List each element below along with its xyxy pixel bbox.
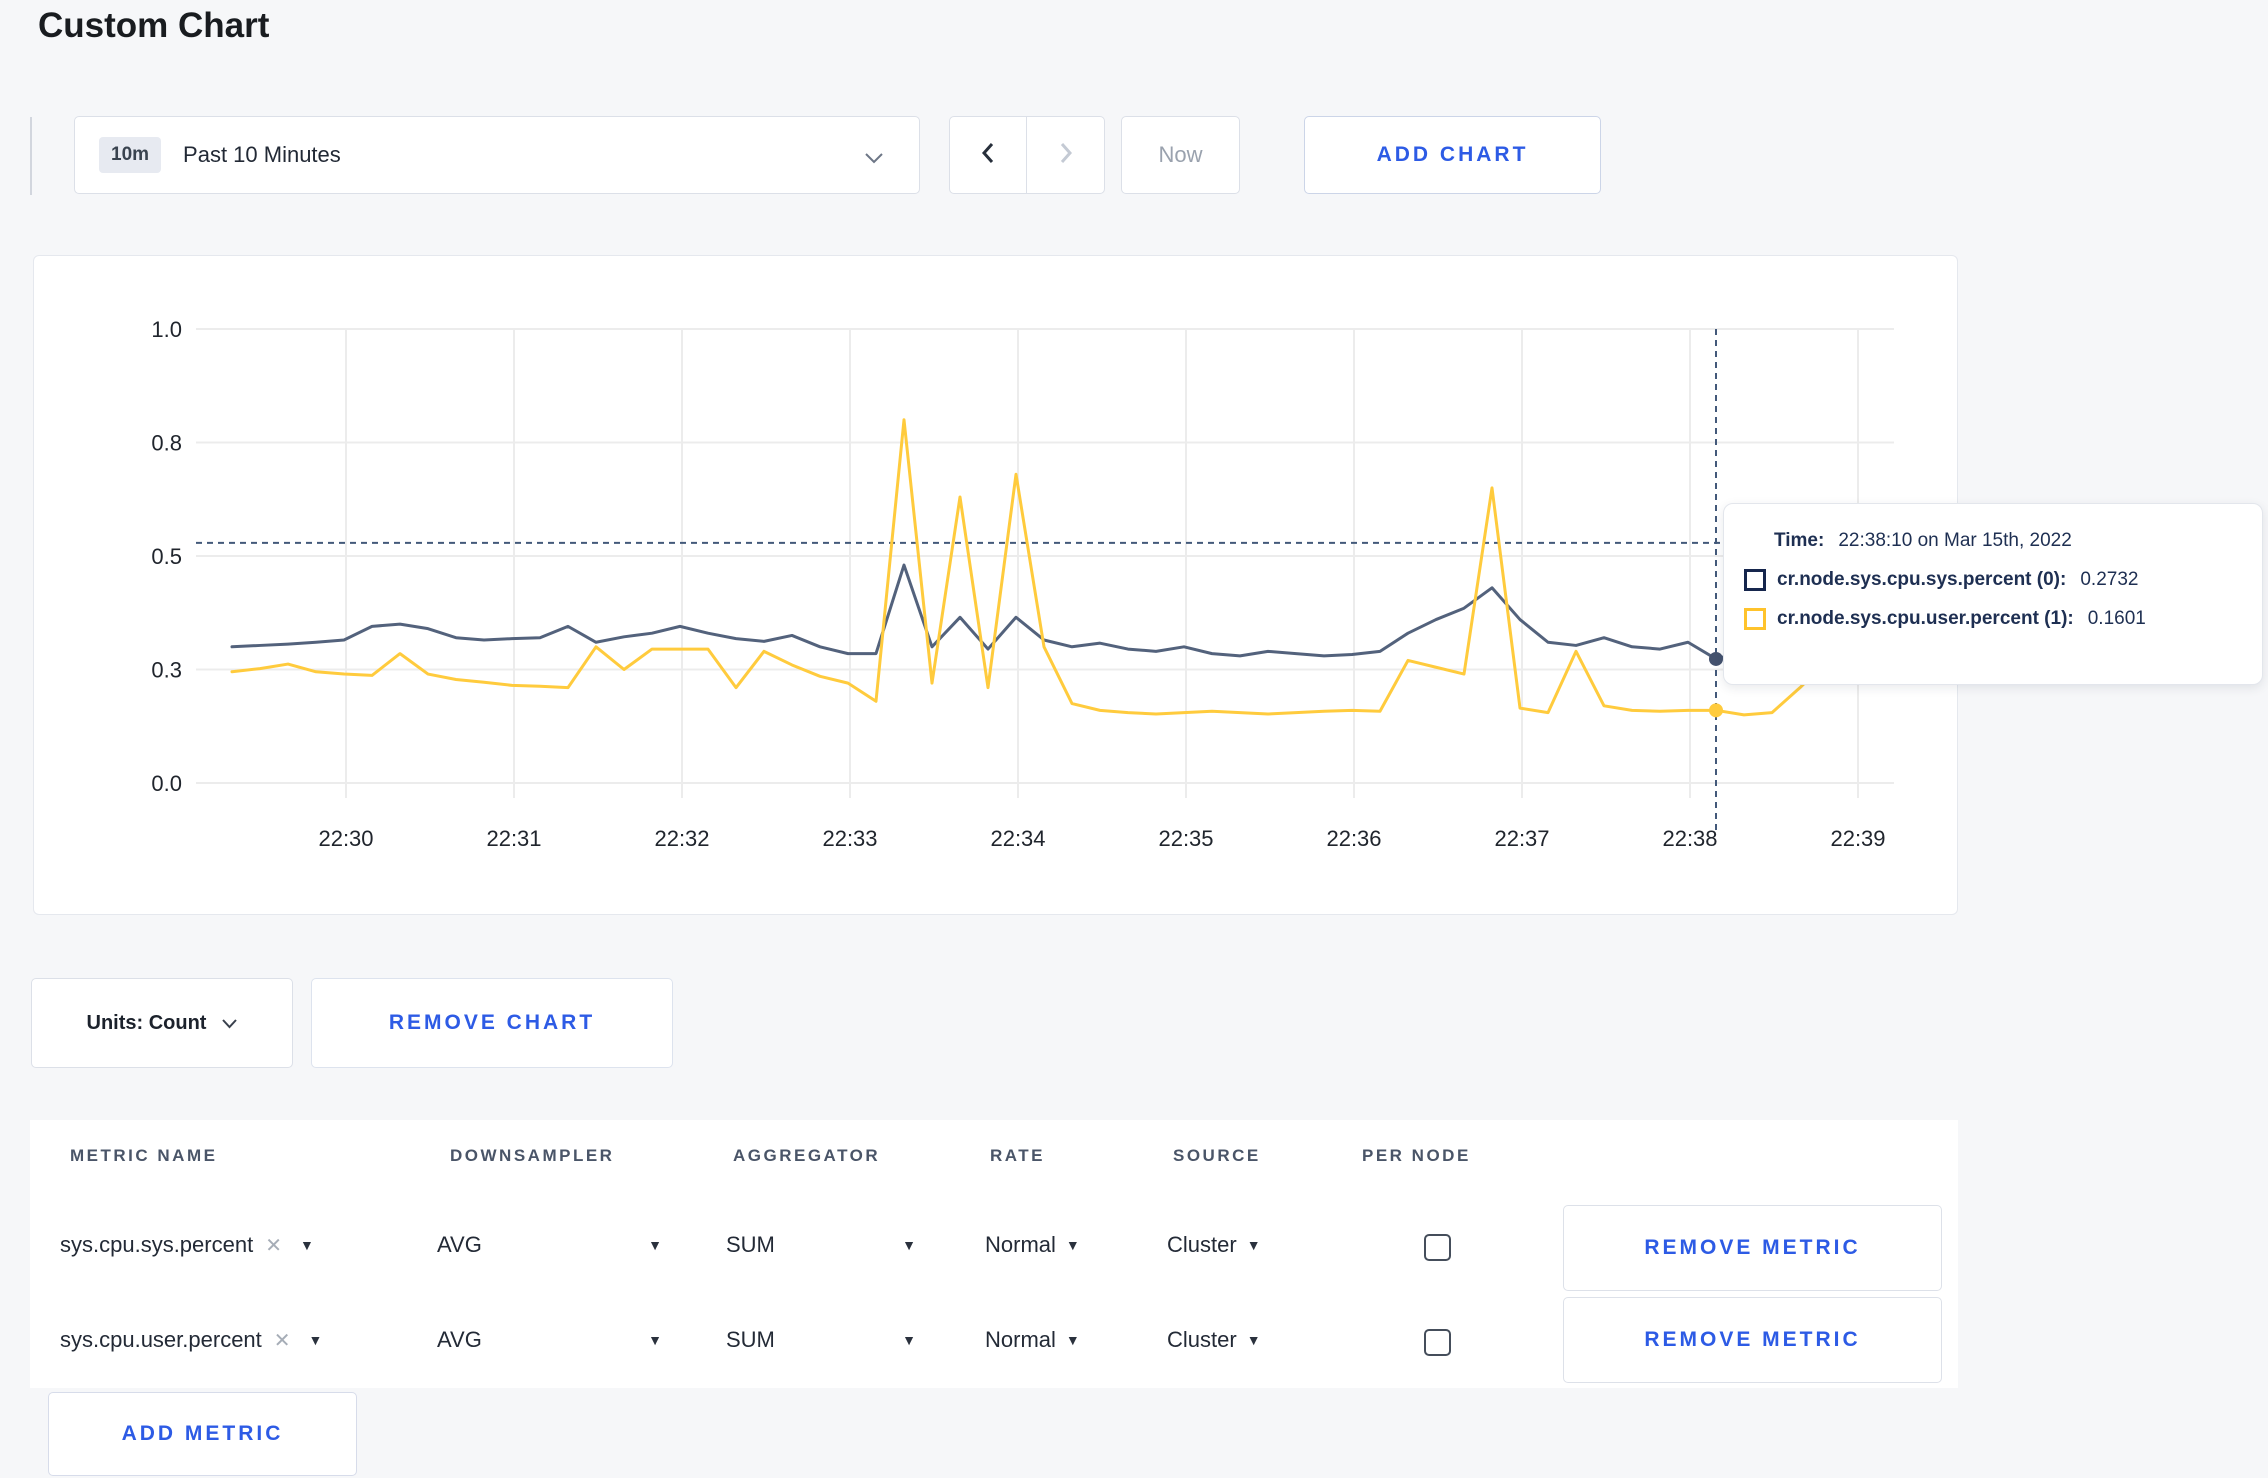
units-label: Units: Count [86, 1011, 207, 1034]
chart-card: 0.0 0.3 0.5 0.8 1.0 22:30 22:31 22:32 22:33 22:34… [33, 255, 1958, 915]
rate-value: Normal [985, 1327, 1056, 1352]
source-select[interactable]: Cluster ▼ [1167, 1232, 1261, 1258]
metric-name-value: sys.cpu.sys.percent [60, 1232, 254, 1257]
svg-text:1.0: 1.0 [151, 317, 182, 342]
source-select[interactable]: Cluster ▼ [1167, 1327, 1261, 1353]
series-swatch-sys-icon [1744, 569, 1766, 591]
page-title: Custom Chart [38, 6, 270, 45]
add-metric-button[interactable]: ADD METRIC [48, 1392, 357, 1476]
dropdown-arrow-icon: ▼ [648, 1237, 662, 1253]
metric-name-select[interactable]: sys.cpu.sys.percent ✕ ▼ [60, 1232, 314, 1258]
tooltip-series-row: cr.node.sys.cpu.sys.percent (0): 0.2732 [1724, 569, 2262, 591]
tooltip-series-value: 0.2732 [2080, 569, 2139, 590]
rate-select[interactable]: Normal ▼ [985, 1327, 1080, 1353]
dropdown-arrow-icon: ▼ [1246, 1332, 1261, 1348]
metric-name-select[interactable]: sys.cpu.user.percent ✕ ▼ [60, 1327, 322, 1353]
svg-text:0.5: 0.5 [151, 544, 182, 569]
toolbar-divider [30, 117, 32, 195]
tooltip-series-label: cr.node.sys.cpu.user.percent (1): [1777, 608, 2074, 629]
dropdown-arrow-icon: ▼ [648, 1332, 662, 1348]
remove-metric-button[interactable]: REMOVE METRIC [1563, 1297, 1942, 1383]
svg-text:22:38: 22:38 [1662, 826, 1717, 851]
aggregator-select[interactable]: SUM ▼ [726, 1232, 916, 1258]
source-value: Cluster [1167, 1232, 1237, 1257]
col-header-source: SOURCE [1173, 1146, 1261, 1165]
downsampler-select[interactable]: AVG ▼ [437, 1327, 662, 1353]
svg-text:22:33: 22:33 [822, 826, 877, 851]
per-node-checkbox[interactable] [1424, 1234, 1451, 1261]
time-window-label: Past 10 Minutes [183, 142, 341, 167]
svg-text:0.8: 0.8 [151, 431, 182, 456]
next-time-button[interactable] [1026, 116, 1105, 194]
col-header-rate: RATE [990, 1146, 1046, 1165]
svg-text:22:32: 22:32 [654, 826, 709, 851]
downsampler-select[interactable]: AVG ▼ [437, 1232, 662, 1258]
dropdown-arrow-icon: ▼ [299, 1237, 314, 1253]
time-window-badge: 10m [99, 137, 162, 173]
chart-tooltip: Time: 22:38:10 on Mar 15th, 2022 cr.node.… [1723, 503, 2263, 685]
col-header-aggregator: AGGREGATOR [733, 1146, 881, 1165]
units-select[interactable]: Units: Count [31, 978, 293, 1068]
time-window-select[interactable]: 10m Past 10 Minutes [74, 116, 920, 194]
metric-name-value: sys.cpu.user.percent [60, 1327, 262, 1352]
svg-text:22:36: 22:36 [1326, 826, 1381, 851]
dropdown-arrow-icon: ▼ [902, 1332, 916, 1348]
remove-tag-icon[interactable]: ✕ [274, 1328, 291, 1353]
aggregator-select[interactable]: SUM ▼ [726, 1327, 916, 1353]
col-header-downsampler: DOWNSAMPLER [450, 1146, 615, 1165]
dropdown-arrow-icon: ▼ [1065, 1237, 1080, 1253]
custom-chart-page: Custom Chart 10m Past 10 Minutes Now ADD… [0, 0, 2268, 1478]
chevron-down-icon [865, 151, 883, 169]
rate-value: Normal [985, 1232, 1056, 1257]
dropdown-arrow-icon: ▼ [308, 1332, 323, 1348]
svg-text:0.3: 0.3 [151, 658, 182, 683]
downsampler-value: AVG [437, 1327, 482, 1352]
svg-text:22:35: 22:35 [1158, 826, 1213, 851]
tooltip-time-value: 22:38:10 on Mar 15th, 2022 [1838, 530, 2072, 551]
tooltip-time-label: Time: [1774, 530, 1825, 551]
aggregator-value: SUM [726, 1327, 775, 1352]
remove-metric-button[interactable]: REMOVE METRIC [1563, 1205, 1942, 1291]
remove-tag-icon[interactable]: ✕ [265, 1233, 282, 1258]
svg-text:22:31: 22:31 [486, 826, 541, 851]
prev-time-button[interactable] [949, 116, 1027, 194]
col-header-metric-name: METRIC NAME [70, 1146, 218, 1165]
svg-text:22:39: 22:39 [1830, 826, 1885, 851]
svg-text:0.0: 0.0 [151, 771, 182, 796]
dropdown-arrow-icon: ▼ [1065, 1332, 1080, 1348]
dropdown-arrow-icon: ▼ [902, 1237, 916, 1253]
col-header-per-node: PER NODE [1362, 1146, 1471, 1165]
downsampler-value: AVG [437, 1232, 482, 1257]
aggregator-value: SUM [726, 1232, 775, 1257]
tooltip-series-value: 0.1601 [2087, 608, 2146, 629]
per-node-checkbox[interactable] [1424, 1329, 1451, 1356]
chevron-left-icon [980, 141, 996, 170]
svg-text:22:37: 22:37 [1494, 826, 1549, 851]
source-value: Cluster [1167, 1327, 1237, 1352]
chart-canvas[interactable]: 0.0 0.3 0.5 0.8 1.0 22:30 22:31 22:32 22:33 22:34… [34, 256, 1959, 916]
remove-chart-button[interactable]: REMOVE CHART [311, 978, 673, 1068]
series-swatch-user-icon [1744, 608, 1766, 630]
tooltip-series-label: cr.node.sys.cpu.sys.percent (0): [1777, 569, 2067, 590]
tooltip-time-row: Time: 22:38:10 on Mar 15th, 2022 [1724, 530, 2262, 552]
add-chart-button[interactable]: ADD CHART [1304, 116, 1601, 194]
svg-text:22:30: 22:30 [318, 826, 373, 851]
now-button[interactable]: Now [1121, 116, 1240, 194]
dropdown-arrow-icon: ▼ [1246, 1237, 1261, 1253]
tooltip-series-row: cr.node.sys.cpu.user.percent (1): 0.1601 [1724, 608, 2262, 630]
rate-select[interactable]: Normal ▼ [985, 1232, 1080, 1258]
chevron-down-icon [222, 1012, 238, 1035]
chevron-right-icon [1058, 141, 1074, 170]
svg-text:22:34: 22:34 [990, 826, 1045, 851]
